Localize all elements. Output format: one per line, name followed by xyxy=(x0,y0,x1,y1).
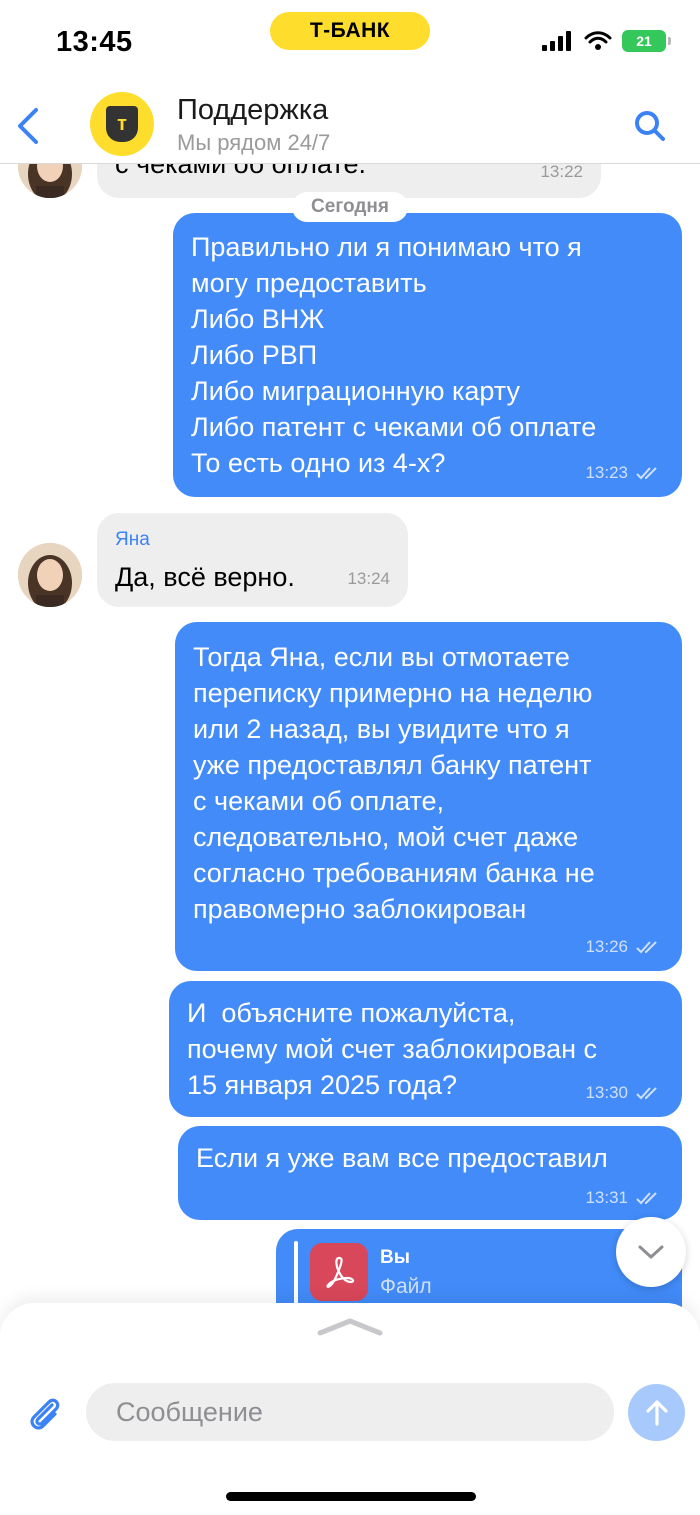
wifi-icon xyxy=(584,31,612,50)
status-icons: 21 xyxy=(542,30,671,52)
chevron-down-icon xyxy=(638,1245,664,1259)
send-arrow-icon xyxy=(645,1399,668,1426)
attach-button[interactable] xyxy=(22,1391,66,1435)
bank-logo-avatar[interactable]: т xyxy=(90,92,154,156)
back-icon xyxy=(18,108,38,144)
message-time: 13:30 xyxy=(585,1083,628,1102)
home-indicator xyxy=(226,1492,476,1501)
battery-icon: 21 xyxy=(622,30,671,52)
read-receipt-icon xyxy=(636,1087,657,1100)
avatar[interactable] xyxy=(18,543,82,607)
send-button[interactable] xyxy=(628,1384,685,1441)
brand-badge: Т‑БАНК xyxy=(270,12,430,50)
message-bubble-outgoing[interactable]: И объясните пожалуйста, почему мой счет … xyxy=(169,981,682,1117)
message-text: Тогда Яна, если вы отмотаете переписку п… xyxy=(193,642,595,924)
message-time: 13:22 xyxy=(540,162,583,181)
reply-author: Вы xyxy=(380,1247,410,1268)
message-text: И объясните пожалуйста, почему мой счет … xyxy=(187,998,598,1100)
pdf-icon[interactable] xyxy=(310,1243,368,1301)
message-text: Если я уже вам все предоставил xyxy=(196,1143,608,1173)
message-input[interactable] xyxy=(86,1383,614,1441)
status-bar: 13:45 Т‑БАНК 21 xyxy=(0,0,700,90)
message-time: 13:26 xyxy=(585,937,628,956)
message-time: 13:23 xyxy=(585,463,628,482)
message-time: 13:31 xyxy=(585,1188,628,1207)
message-bubble-outgoing[interactable]: Правильно ли я понимаю что я могу предос… xyxy=(173,213,682,497)
attach-icon xyxy=(30,1398,60,1430)
read-receipt-icon xyxy=(636,467,657,480)
battery-level: 21 xyxy=(636,33,652,49)
message-text: Да, всё верно. xyxy=(115,562,295,592)
avatar-image xyxy=(18,543,82,607)
message-bubble-outgoing[interactable]: Если я уже вам все предоставил 13:31 xyxy=(178,1126,682,1220)
signal-icon xyxy=(542,31,571,51)
message-bubble-incoming[interactable]: Яна Да, всё верно. 13:24 xyxy=(97,513,408,607)
composer-panel xyxy=(0,1303,700,1515)
pdf-glyph xyxy=(326,1256,355,1288)
message-time: 13:24 xyxy=(347,569,390,588)
chat-header: т Поддержка Мы рядом 24/7 xyxy=(0,90,700,164)
read-receipt-icon xyxy=(636,941,657,954)
sender-name: Яна xyxy=(115,529,150,550)
date-separator: Сегодня xyxy=(292,192,408,222)
scroll-to-bottom-button[interactable] xyxy=(616,1217,686,1287)
file-label: Файл xyxy=(380,1275,432,1298)
search-button[interactable] xyxy=(630,106,670,146)
status-time: 13:45 xyxy=(56,26,133,58)
chat-title[interactable]: Поддержка xyxy=(177,94,328,127)
message-text: Правильно ли я понимаю что я могу предос… xyxy=(191,232,597,478)
read-receipt-icon xyxy=(636,1192,657,1205)
chat-area[interactable]: с чеками об оплате. 13:22 Сегодня Правил… xyxy=(0,0,700,1515)
panel-handle-icon[interactable] xyxy=(316,1315,384,1337)
logo-letter: т xyxy=(117,112,127,135)
chat-subtitle: Мы рядом 24/7 xyxy=(177,130,331,155)
search-icon xyxy=(635,111,665,141)
back-button[interactable] xyxy=(14,106,44,146)
message-bubble-outgoing[interactable]: Тогда Яна, если вы отмотаете переписку п… xyxy=(175,622,682,971)
shield-logo-icon: т xyxy=(106,106,138,142)
